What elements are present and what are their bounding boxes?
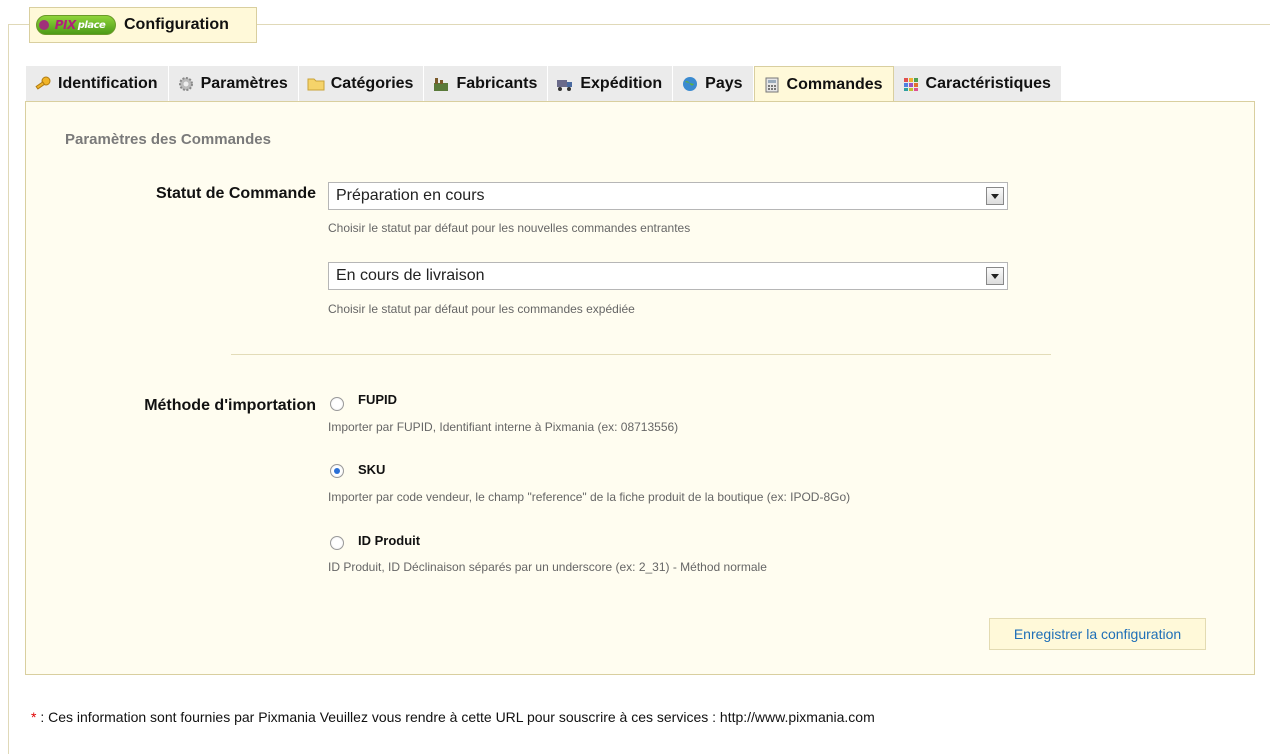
tab-fabricants[interactable]: Fabricants — [424, 66, 549, 102]
radio-fupid-help: Importer par FUPID, Identifiant interne … — [328, 420, 679, 434]
radio-id-produit[interactable] — [330, 536, 344, 550]
tab-label: Identification — [58, 75, 158, 92]
tab-bar: Identification Paramètres Catégories Fab… — [26, 66, 1062, 102]
tab-pays[interactable]: Pays — [673, 66, 754, 102]
radio-id-produit-help: ID Produit, ID Déclinaison séparés par u… — [328, 560, 767, 574]
tab-label: Paramètres — [200, 75, 288, 92]
orders-settings-panel: Paramètres des Commandes Statut de Comma… — [25, 101, 1255, 675]
config-legend: PIX place Configuration — [29, 7, 257, 43]
tab-categories[interactable]: Catégories — [298, 66, 425, 102]
truck-icon — [556, 76, 574, 92]
section-title: Paramètres des Commandes — [65, 131, 271, 148]
shipped-order-status-help: Choisir le statut par défaut pour les co… — [328, 302, 635, 316]
shipped-order-status-select[interactable]: En cours de livraison — [328, 262, 1008, 290]
import-method-label: Méthode d'importation — [144, 397, 316, 414]
tab-label: Commandes — [786, 75, 883, 93]
new-order-status-select[interactable]: Préparation en cours — [328, 182, 1008, 210]
chevron-down-icon[interactable] — [986, 267, 1004, 285]
chevron-down-icon[interactable] — [986, 187, 1004, 205]
tab-identification[interactable]: Identification — [26, 66, 169, 102]
footnote: * : Ces information sont fournies par Pi… — [31, 709, 875, 725]
logo-pix-text: PIX — [54, 18, 77, 32]
tab-label: Catégories — [330, 75, 414, 92]
logo-place-text: place — [77, 19, 106, 31]
radio-fupid[interactable] — [330, 397, 344, 411]
select-value: En cours de livraison — [336, 267, 485, 284]
tab-label: Pays — [705, 75, 743, 92]
tab-parametres[interactable]: Paramètres — [168, 66, 299, 102]
globe-icon — [681, 76, 699, 92]
radio-fupid-label[interactable]: FUPID — [358, 392, 397, 407]
new-order-status-help: Choisir le statut par défaut pour les no… — [328, 221, 691, 235]
calculator-icon — [763, 77, 781, 93]
gear-icon — [177, 76, 195, 92]
grid-icon — [902, 76, 920, 92]
radio-sku-help: Importer par code vendeur, le champ "ref… — [328, 490, 851, 504]
tab-commandes[interactable]: Commandes — [753, 66, 894, 102]
tab-label: Fabricants — [456, 75, 538, 92]
legend-title: Configuration — [124, 16, 229, 33]
tab-label: Expédition — [580, 75, 663, 92]
tab-label: Caractéristiques — [925, 75, 1051, 92]
logo-dot — [39, 20, 49, 30]
pixplace-logo: PIX place — [36, 15, 116, 35]
radio-sku-label[interactable]: SKU — [358, 462, 385, 477]
key-icon — [34, 76, 52, 92]
factory-icon — [432, 76, 450, 92]
tab-expedition[interactable]: Expédition — [548, 66, 674, 102]
tab-caracteristiques[interactable]: Caractéristiques — [893, 66, 1062, 102]
divider — [231, 354, 1051, 355]
save-configuration-button[interactable]: Enregistrer la configuration — [989, 618, 1206, 650]
select-value: Préparation en cours — [336, 187, 485, 204]
order-status-label: Statut de Commande — [155, 185, 316, 202]
radio-sku[interactable] — [330, 464, 344, 478]
folder-icon — [307, 76, 325, 92]
radio-id-produit-label[interactable]: ID Produit — [358, 533, 420, 548]
footnote-text: : Ces information sont fournies par Pixm… — [36, 709, 875, 725]
